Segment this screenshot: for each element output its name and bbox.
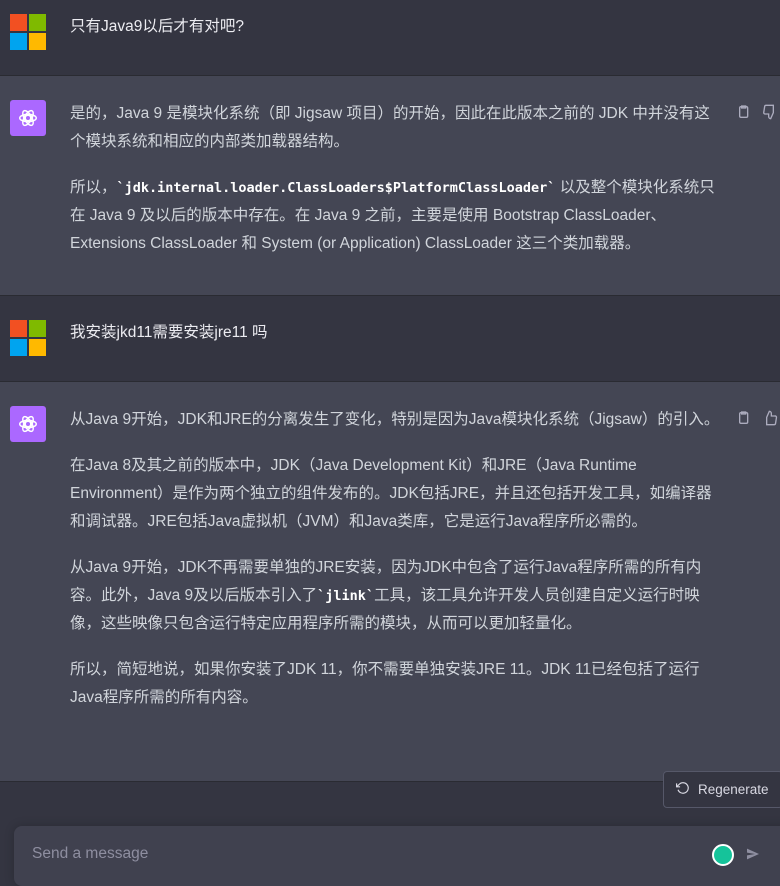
assistant-message-2: 从Java 9开始，JDK和JRE的分离发生了变化，特别是因为Java模块化系统… <box>0 382 780 782</box>
assistant-paragraph: 从Java 9开始，JDK和JRE的分离发生了变化，特别是因为Java模块化系统… <box>70 406 724 434</box>
assistant-message-text: 从Java 9开始，JDK和JRE的分离发生了变化，特别是因为Java模块化系统… <box>70 406 724 730</box>
openai-logo-icon <box>10 100 46 136</box>
assistant-paragraph: 从Java 9开始，JDK不再需要单独的JRE安装，因为JDK中包含了运行Jav… <box>70 554 724 638</box>
microsoft-logo-icon <box>10 320 46 356</box>
paragraph-text: 是的，Java 9 是模块化系统（即 Jigsaw 项目）的开始，因此在此版本之… <box>70 105 710 150</box>
openai-logo-icon <box>10 406 46 442</box>
user-message-text: 我安装jkd11需要安装jre11 吗 <box>70 324 268 341</box>
thumbs-down-icon[interactable] <box>762 104 780 122</box>
assistant-paragraph: 是的，Java 9 是模块化系统（即 Jigsaw 项目）的开始，因此在此版本之… <box>70 100 724 156</box>
thumbs-up-icon[interactable] <box>762 410 780 428</box>
paragraph-text: 在Java 8及其之前的版本中，JDK（Java Development Kit… <box>70 457 712 530</box>
assistant-paragraph: 所以，简短地说，如果你安装了JDK 11，你不需要单独安装JRE 11。JDK … <box>70 656 724 712</box>
message-input-container <box>14 826 780 886</box>
regenerate-button[interactable]: Regenerate <box>663 771 780 808</box>
send-icon[interactable] <box>745 846 761 867</box>
assistant-message-1: 是的，Java 9 是模块化系统（即 Jigsaw 项目）的开始，因此在此版本之… <box>0 76 780 296</box>
assistant-paragraph: 所以，`jdk.internal.loader.ClassLoaders$Pla… <box>70 174 724 258</box>
microsoft-logo-icon <box>10 14 46 50</box>
grammarly-icon[interactable] <box>712 844 734 866</box>
paragraph-text: 所以，简短地说，如果你安装了JDK 11，你不需要单独安装JRE 11。JDK … <box>70 661 700 706</box>
user-message-1: 只有Java9以后才有对吧? <box>0 0 780 76</box>
assistant-paragraph: 在Java 8及其之前的版本中，JDK（Java Development Kit… <box>70 452 724 536</box>
message-input[interactable] <box>30 844 634 864</box>
user-message-text: 只有Java9以后才有对吧? <box>70 18 244 35</box>
inline-code: `jlink` <box>317 588 375 604</box>
paragraph-text: 所以， <box>70 179 117 196</box>
regenerate-label: Regenerate <box>698 782 769 797</box>
inline-code: `jdk.internal.loader.ClassLoaders$Platfo… <box>116 180 556 196</box>
paragraph-text: 从Java 9开始，JDK和JRE的分离发生了变化，特别是因为Java模块化系统… <box>70 411 720 428</box>
user-message-2: 我安装jkd11需要安装jre11 吗 <box>0 296 780 382</box>
assistant-message-text: 是的，Java 9 是模块化系统（即 Jigsaw 项目）的开始，因此在此版本之… <box>70 100 724 276</box>
copy-icon[interactable] <box>735 104 753 122</box>
copy-icon[interactable] <box>735 410 753 428</box>
refresh-icon <box>676 781 690 798</box>
